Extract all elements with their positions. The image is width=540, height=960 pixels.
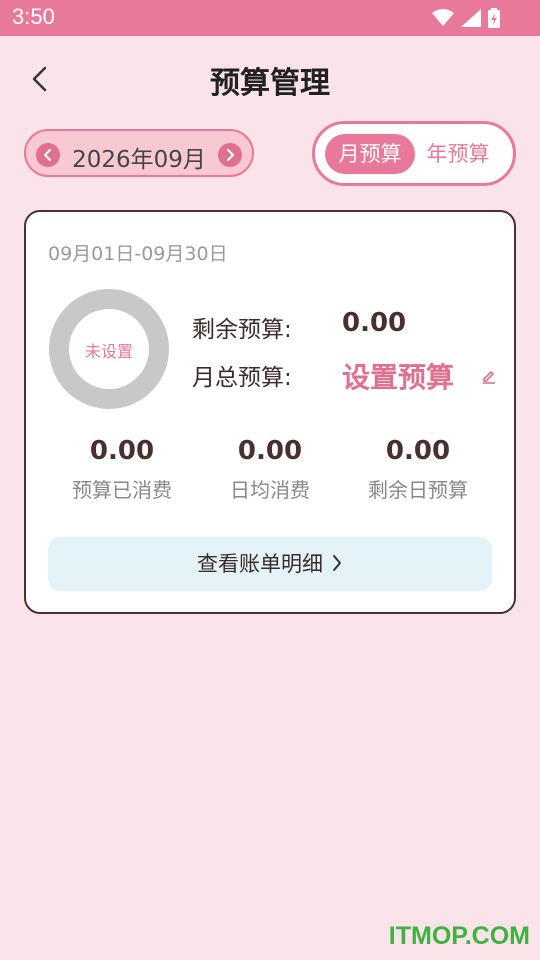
stat-daily-average-value: 0.00 [237, 436, 303, 466]
month-label[interactable]: 2026年09月 [62, 140, 216, 174]
stat-remaining-daily-value: 0.00 [385, 436, 451, 466]
remaining-budget-label: 剩余预算: [192, 317, 292, 343]
stat-remaining-daily-label: 剩余日预算 [368, 478, 468, 502]
stat-daily-average-label: 日均消费 [230, 478, 310, 502]
edit-icon[interactable] [482, 368, 496, 384]
stat-spent-label: 预算已消费 [72, 478, 172, 502]
view-bill-details-label: 查看账单明细 [197, 552, 323, 576]
view-bill-details-button[interactable]: 查看账单明细 [48, 537, 492, 591]
next-month-button[interactable] [218, 143, 242, 167]
remaining-budget-value: 0.00 [342, 308, 407, 338]
stat-spent: 0.00 预算已消费 [48, 436, 196, 503]
status-time: 3:50 [12, 4, 55, 29]
budget-period-toggle: 月预算 年预算 [312, 121, 516, 186]
status-icons [432, 7, 500, 29]
wifi-icon [432, 9, 454, 26]
tab-yearly-budget[interactable]: 年预算 [413, 134, 503, 174]
status-bar: 3:50 [0, 0, 540, 36]
previous-month-button[interactable] [36, 143, 60, 167]
month-selector: 2026年09月 [24, 129, 254, 177]
battery-icon [488, 8, 500, 28]
budget-card: 09月01日-09月30日 未设置 剩余预算: 0.00 月总预算: 设置预算 … [24, 210, 516, 614]
set-budget-button[interactable]: 设置预算 [342, 356, 454, 396]
chevron-right-icon [226, 148, 235, 162]
chevron-left-icon [43, 148, 52, 162]
stat-remaining-daily: 0.00 剩余日预算 [344, 436, 492, 503]
watermark: ITMOP.COM [388, 922, 530, 950]
monthly-total-label: 月总预算: [192, 365, 292, 391]
ring-status-label: 未设置 [84, 342, 133, 361]
date-range: 09月01日-09月30日 [48, 243, 228, 265]
stat-spent-value: 0.00 [89, 436, 155, 466]
tab-monthly-budget[interactable]: 月预算 [325, 134, 415, 174]
signal-icon [461, 9, 481, 27]
page-title: 预算管理 [210, 66, 330, 101]
stat-daily-average: 0.00 日均消费 [196, 436, 344, 503]
chevron-right-icon [333, 555, 341, 571]
